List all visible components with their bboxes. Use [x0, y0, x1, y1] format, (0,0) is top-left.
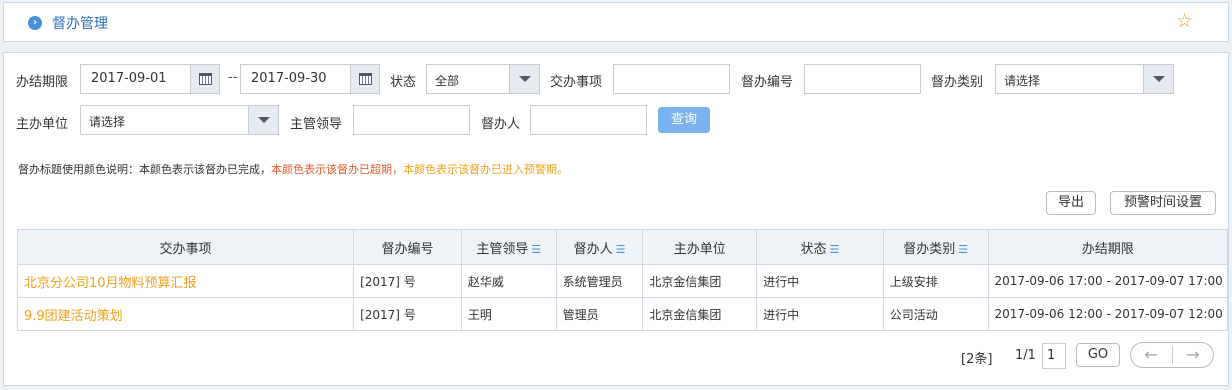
date-from-calendar-button[interactable]: [190, 64, 220, 94]
filter-icon[interactable]: ☰: [616, 243, 626, 256]
calendar-icon: [359, 73, 372, 85]
main-panel: 办结期限 2017-09-01 -- 2017-09-30 状态 全部 交办事项…: [3, 52, 1229, 386]
person-label: 督办人: [481, 117, 521, 132]
number-input[interactable]: [804, 64, 921, 94]
task-table: 交办事项 督办编号 主管领导 ☰ 督办人 ☰ 主办单位 状态 ☰ 督办类别 ☰ 办结期限…: [16, 229, 1229, 331]
leader-input[interactable]: [353, 105, 470, 135]
row-category: 公司活动: [882, 297, 989, 331]
date-separator: --: [228, 70, 238, 85]
col-header-category[interactable]: 督办类别 ☰: [882, 229, 989, 265]
table-header-row: 交办事项 督办编号 主管领导 ☰ 督办人 ☰ 主办单位 状态 ☰ 督办类别 ☰ 办结期限: [16, 229, 1229, 265]
row-deadline: 2017-09-06 17:00 - 2017-09-07 17:00: [987, 264, 1229, 298]
col-header-number[interactable]: 督办编号: [353, 229, 462, 265]
col-header-leader[interactable]: 主管领导 ☰: [460, 229, 557, 265]
col-header-person[interactable]: 督办人 ☰: [555, 229, 644, 265]
row-deadline: 2017-09-06 12:00 - 2017-09-07 12:00: [987, 297, 1229, 331]
filter-icon[interactable]: ☰: [958, 243, 968, 256]
row-number: [2017] 号: [353, 297, 462, 331]
row-number: [2017] 号: [353, 264, 462, 298]
table-row[interactable]: 9.9团建活动策划 [2017] 号 王明 管理员 北京金信集团 进行中 公司活…: [16, 297, 1229, 331]
date-to-input[interactable]: 2017-09-30: [240, 64, 352, 94]
calendar-icon: [199, 73, 212, 85]
row-unit: 北京金信集团: [642, 264, 758, 298]
pagination-total: [2条]: [961, 352, 993, 367]
color-legend: 督办标题使用颜色说明：本颜色表示该督办已完成，本颜色表示该督办已超期，本颜色表示…: [18, 161, 568, 177]
row-status: 进行中: [756, 297, 884, 331]
row-task-link[interactable]: 北京分公司10月物料预算汇报: [16, 264, 355, 298]
status-label: 状态: [390, 75, 417, 90]
date-to-calendar-button[interactable]: [350, 64, 380, 94]
legend-completed: 督办标题使用颜色说明：本颜色表示该督办已完成，: [18, 163, 271, 176]
filter-icon[interactable]: ☰: [531, 243, 541, 256]
arrow-right-icon[interactable]: →: [1173, 345, 1213, 365]
row-unit: 北京金信集团: [642, 297, 758, 331]
leader-label: 主管领导: [290, 117, 343, 132]
page-number-input[interactable]: 1: [1042, 343, 1066, 369]
status-select-value: 全部: [435, 74, 460, 88]
chevron-down-icon: [509, 65, 539, 93]
table-row[interactable]: 北京分公司10月物料预算汇报 [2017] 号 赵华威 系统管理员 北京金信集团…: [16, 264, 1229, 298]
go-button[interactable]: GO: [1076, 343, 1120, 367]
task-label: 交办事项: [550, 75, 603, 90]
person-input[interactable]: [530, 105, 647, 135]
legend-overdue: 本颜色表示该督办已超期，: [271, 163, 403, 176]
col-header-status[interactable]: 状态 ☰: [756, 229, 884, 265]
row-leader: 赵华威: [460, 264, 557, 298]
col-header-task[interactable]: 交办事项: [16, 229, 355, 265]
row-person: 系统管理员: [555, 264, 644, 298]
warning-settings-button[interactable]: 预警时间设置: [1110, 191, 1216, 215]
chevron-down-icon: [248, 106, 278, 134]
page-title: 督办管理: [52, 16, 108, 32]
query-button[interactable]: 查询: [658, 107, 710, 133]
number-label: 督办编号: [741, 75, 794, 90]
chevron-down-icon: [1143, 65, 1173, 93]
unit-select-value: 请选择: [89, 115, 126, 129]
legend-warning: 本颜色表示该督办已进入预警期。: [403, 163, 568, 176]
row-task-link[interactable]: 9.9团建活动策划: [16, 297, 355, 331]
category-select-value: 请选择: [1004, 74, 1041, 88]
star-icon[interactable]: ☆: [1176, 11, 1193, 31]
unit-select[interactable]: 请选择: [80, 105, 279, 135]
category-select[interactable]: 请选择: [995, 64, 1174, 94]
page-nav: ← →: [1130, 342, 1214, 368]
row-person: 管理员: [555, 297, 644, 331]
task-input[interactable]: [613, 64, 730, 94]
export-button[interactable]: 导出: [1046, 191, 1096, 215]
col-header-unit[interactable]: 主办单位: [642, 229, 758, 265]
row-category: 上级安排: [882, 264, 989, 298]
date-from-input[interactable]: 2017-09-01: [80, 64, 192, 94]
deadline-label: 办结期限: [16, 75, 69, 90]
chevron-right-icon: ›: [28, 16, 42, 30]
filter-icon[interactable]: ☰: [830, 243, 840, 256]
pagination-page: 1/1: [1015, 348, 1036, 363]
col-header-deadline[interactable]: 办结期限: [987, 229, 1229, 265]
unit-label: 主办单位: [16, 117, 69, 132]
arrow-left-icon[interactable]: ←: [1131, 345, 1171, 365]
row-status: 进行中: [756, 264, 884, 298]
row-leader: 王明: [460, 297, 557, 331]
page-header: › 督办管理 ☆: [3, 2, 1229, 42]
category-label: 督办类别: [931, 75, 984, 90]
status-select[interactable]: 全部: [426, 64, 540, 94]
